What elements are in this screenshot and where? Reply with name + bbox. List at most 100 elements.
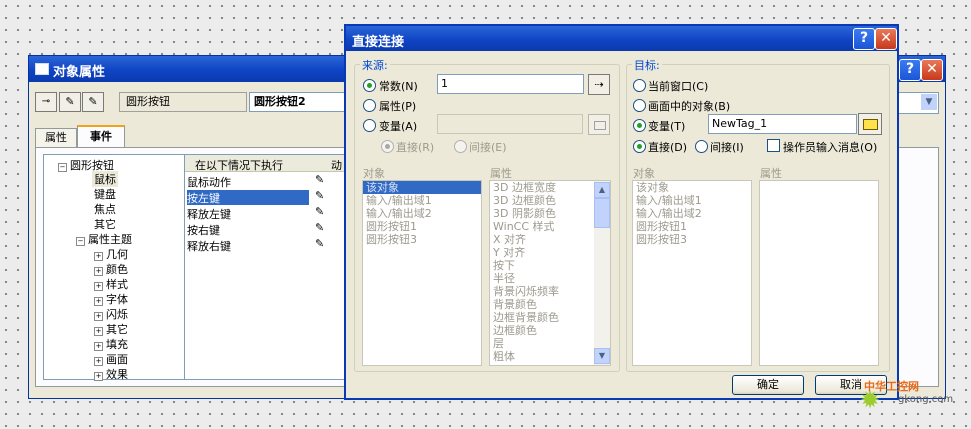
source-label: 来源: bbox=[360, 57, 390, 73]
tree-item-screen[interactable]: + 画面 bbox=[94, 351, 128, 367]
tree-item-other2[interactable]: + 其它 bbox=[94, 321, 128, 337]
list-item[interactable]: 边框背景颜色 bbox=[490, 311, 594, 324]
list-item[interactable]: 该对象 bbox=[633, 181, 751, 194]
variable-radio[interactable] bbox=[363, 119, 376, 132]
list-item[interactable]: WinCC 样式 bbox=[490, 220, 594, 233]
constant-value-input[interactable]: 1 bbox=[437, 74, 584, 94]
tree-item-fill[interactable]: + 填充 bbox=[94, 336, 128, 352]
list-item[interactable]: 输入/输出域1 bbox=[633, 194, 751, 207]
pencil-icon[interactable]: ✎ bbox=[315, 221, 324, 234]
target-property-list bbox=[759, 180, 879, 366]
direct-connection-titlebar[interactable]: 直接连接 ? ✕ bbox=[346, 26, 897, 51]
current-window-label[interactable]: 当前窗口(C) bbox=[648, 78, 708, 94]
tree-item-geometry[interactable]: + 几何 bbox=[94, 246, 128, 262]
tree-item-color[interactable]: + 颜色 bbox=[94, 261, 128, 277]
list-item[interactable]: 背景闪烁频率 bbox=[490, 285, 594, 298]
list-item[interactable]: 3D 边框颜色 bbox=[490, 194, 594, 207]
list-item[interactable]: 背景颜色 bbox=[490, 298, 594, 311]
list-item[interactable]: Y 对齐 bbox=[490, 246, 594, 259]
close-button[interactable]: ✕ bbox=[921, 59, 943, 81]
list-item[interactable]: 圆形按钮1 bbox=[363, 220, 481, 233]
list-item[interactable]: 圆形按钮1 bbox=[633, 220, 751, 233]
list-item[interactable]: 圆形按钮3 bbox=[363, 233, 481, 246]
object-type-field: 圆形按钮 bbox=[119, 92, 247, 112]
scroll-thumb[interactable] bbox=[594, 198, 610, 228]
operator-msg-checkbox[interactable] bbox=[767, 139, 780, 152]
variable-label[interactable]: 变量(A) bbox=[379, 118, 417, 134]
target-indirect-label[interactable]: 间接(I) bbox=[710, 139, 744, 155]
pencil-icon[interactable]: ✎ bbox=[315, 205, 324, 218]
tree-item-keyboard[interactable]: 键盘 bbox=[94, 186, 116, 202]
pencil-icon[interactable]: ✎ bbox=[315, 173, 324, 186]
tree-item-focus[interactable]: 焦点 bbox=[94, 201, 116, 217]
target-variable-input[interactable]: NewTag_1 bbox=[708, 114, 857, 134]
expand-icon: + bbox=[94, 312, 103, 321]
list-item[interactable]: 粗体 bbox=[490, 350, 594, 363]
list-item[interactable]: 按下 bbox=[490, 259, 594, 272]
target-indirect-radio[interactable] bbox=[695, 140, 708, 153]
close-button[interactable]: ✕ bbox=[875, 28, 897, 50]
list-item[interactable]: 输入/输出域2 bbox=[363, 207, 481, 220]
pencil-icon[interactable]: ✎ bbox=[315, 189, 324, 202]
column-header-execute[interactable]: 在以下情况下执行 bbox=[195, 157, 283, 173]
pencil-icon[interactable]: ✎ bbox=[315, 237, 324, 250]
list-item[interactable]: 圆形按钮3 bbox=[633, 233, 751, 246]
target-label: 目标: bbox=[632, 57, 662, 73]
table-row[interactable]: 释放右键 ✎ bbox=[187, 237, 345, 253]
list-item[interactable]: 输入/输出域2 bbox=[633, 207, 751, 220]
pin-button[interactable]: ⊸ bbox=[35, 92, 57, 112]
constant-label[interactable]: 常数(N) bbox=[379, 78, 418, 94]
operator-msg-label[interactable]: 操作员输入消息(O) bbox=[783, 139, 877, 155]
property-radio[interactable] bbox=[363, 99, 376, 112]
eyedropper-paste-button[interactable]: ✎ bbox=[82, 92, 104, 112]
tree-item-flash[interactable]: + 闪烁 bbox=[94, 306, 128, 322]
list-item[interactable]: X 对齐 bbox=[490, 233, 594, 246]
property-label[interactable]: 属性(P) bbox=[379, 98, 416, 114]
constant-radio[interactable] bbox=[363, 79, 376, 92]
object-in-screen-radio[interactable] bbox=[633, 99, 646, 112]
help-button[interactable]: ? bbox=[853, 28, 875, 50]
target-variable-browse-button[interactable] bbox=[858, 113, 882, 135]
tree-item-mouse[interactable]: 鼠标 bbox=[92, 171, 118, 187]
list-item[interactable]: 该对象 bbox=[363, 181, 481, 194]
tree-item-attr-theme[interactable]: − 属性主题 bbox=[76, 231, 132, 247]
source-property-header: 属性 bbox=[490, 167, 512, 180]
help-button[interactable]: ? bbox=[899, 59, 921, 81]
tree-item-effect[interactable]: + 效果 bbox=[94, 366, 128, 382]
table-row[interactable]: 按右键 ✎ bbox=[187, 221, 345, 237]
object-name-field[interactable]: 圆形按钮2 bbox=[249, 92, 355, 112]
list-item[interactable]: 3D 边框宽度 bbox=[490, 181, 594, 194]
constant-edit-button[interactable]: ⇢ bbox=[588, 74, 610, 95]
scroll-up-icon[interactable]: ▲ bbox=[594, 182, 610, 198]
target-variable-label[interactable]: 变量(T) bbox=[648, 118, 685, 134]
tab-properties[interactable]: 属性 bbox=[35, 128, 77, 147]
tree-item-style[interactable]: + 样式 bbox=[94, 276, 128, 292]
target-direct-radio[interactable] bbox=[633, 140, 646, 153]
list-item[interactable]: 层 bbox=[490, 337, 594, 350]
tree-item-other[interactable]: 其它 bbox=[94, 216, 116, 232]
table-row-selected[interactable]: 按左键 ✎ bbox=[187, 189, 345, 205]
folder-icon bbox=[594, 121, 606, 130]
events-table: 在以下情况下执行 动 鼠标动作 ✎ 按左键 ✎ 释放左键 ✎ 按右键 ✎ 释放右… bbox=[184, 154, 348, 380]
ok-button[interactable]: 确定 bbox=[732, 375, 804, 395]
table-row[interactable]: 鼠标动作 ✎ bbox=[187, 173, 345, 189]
scroll-down-icon[interactable]: ▼ bbox=[594, 348, 610, 364]
table-row[interactable]: 释放左键 ✎ bbox=[187, 205, 345, 221]
list-item[interactable]: 半径 bbox=[490, 272, 594, 285]
watermark-logo: ✹ 中华工控网 gkong.com bbox=[838, 376, 968, 416]
events-table-header: 在以下情况下执行 动 bbox=[185, 155, 347, 172]
target-variable-radio[interactable] bbox=[633, 119, 646, 132]
object-name-dropdown[interactable]: ▼ bbox=[897, 92, 939, 114]
expand-icon: + bbox=[94, 297, 103, 306]
target-direct-label[interactable]: 直接(D) bbox=[648, 139, 687, 155]
list-item[interactable]: 输入/输出域1 bbox=[363, 194, 481, 207]
current-window-radio[interactable] bbox=[633, 79, 646, 92]
tab-events[interactable]: 事件 bbox=[77, 125, 125, 149]
eyedropper-button[interactable]: ✎ bbox=[59, 92, 81, 112]
tree-item-font[interactable]: + 字体 bbox=[94, 291, 128, 307]
object-in-screen-label[interactable]: 画面中的对象(B) bbox=[648, 98, 730, 114]
scrollbar[interactable]: ▲ ▼ bbox=[594, 181, 610, 365]
column-header-action[interactable]: 动 bbox=[331, 157, 342, 173]
list-item[interactable]: 3D 阴影颜色 bbox=[490, 207, 594, 220]
list-item[interactable]: 边框颜色 bbox=[490, 324, 594, 337]
